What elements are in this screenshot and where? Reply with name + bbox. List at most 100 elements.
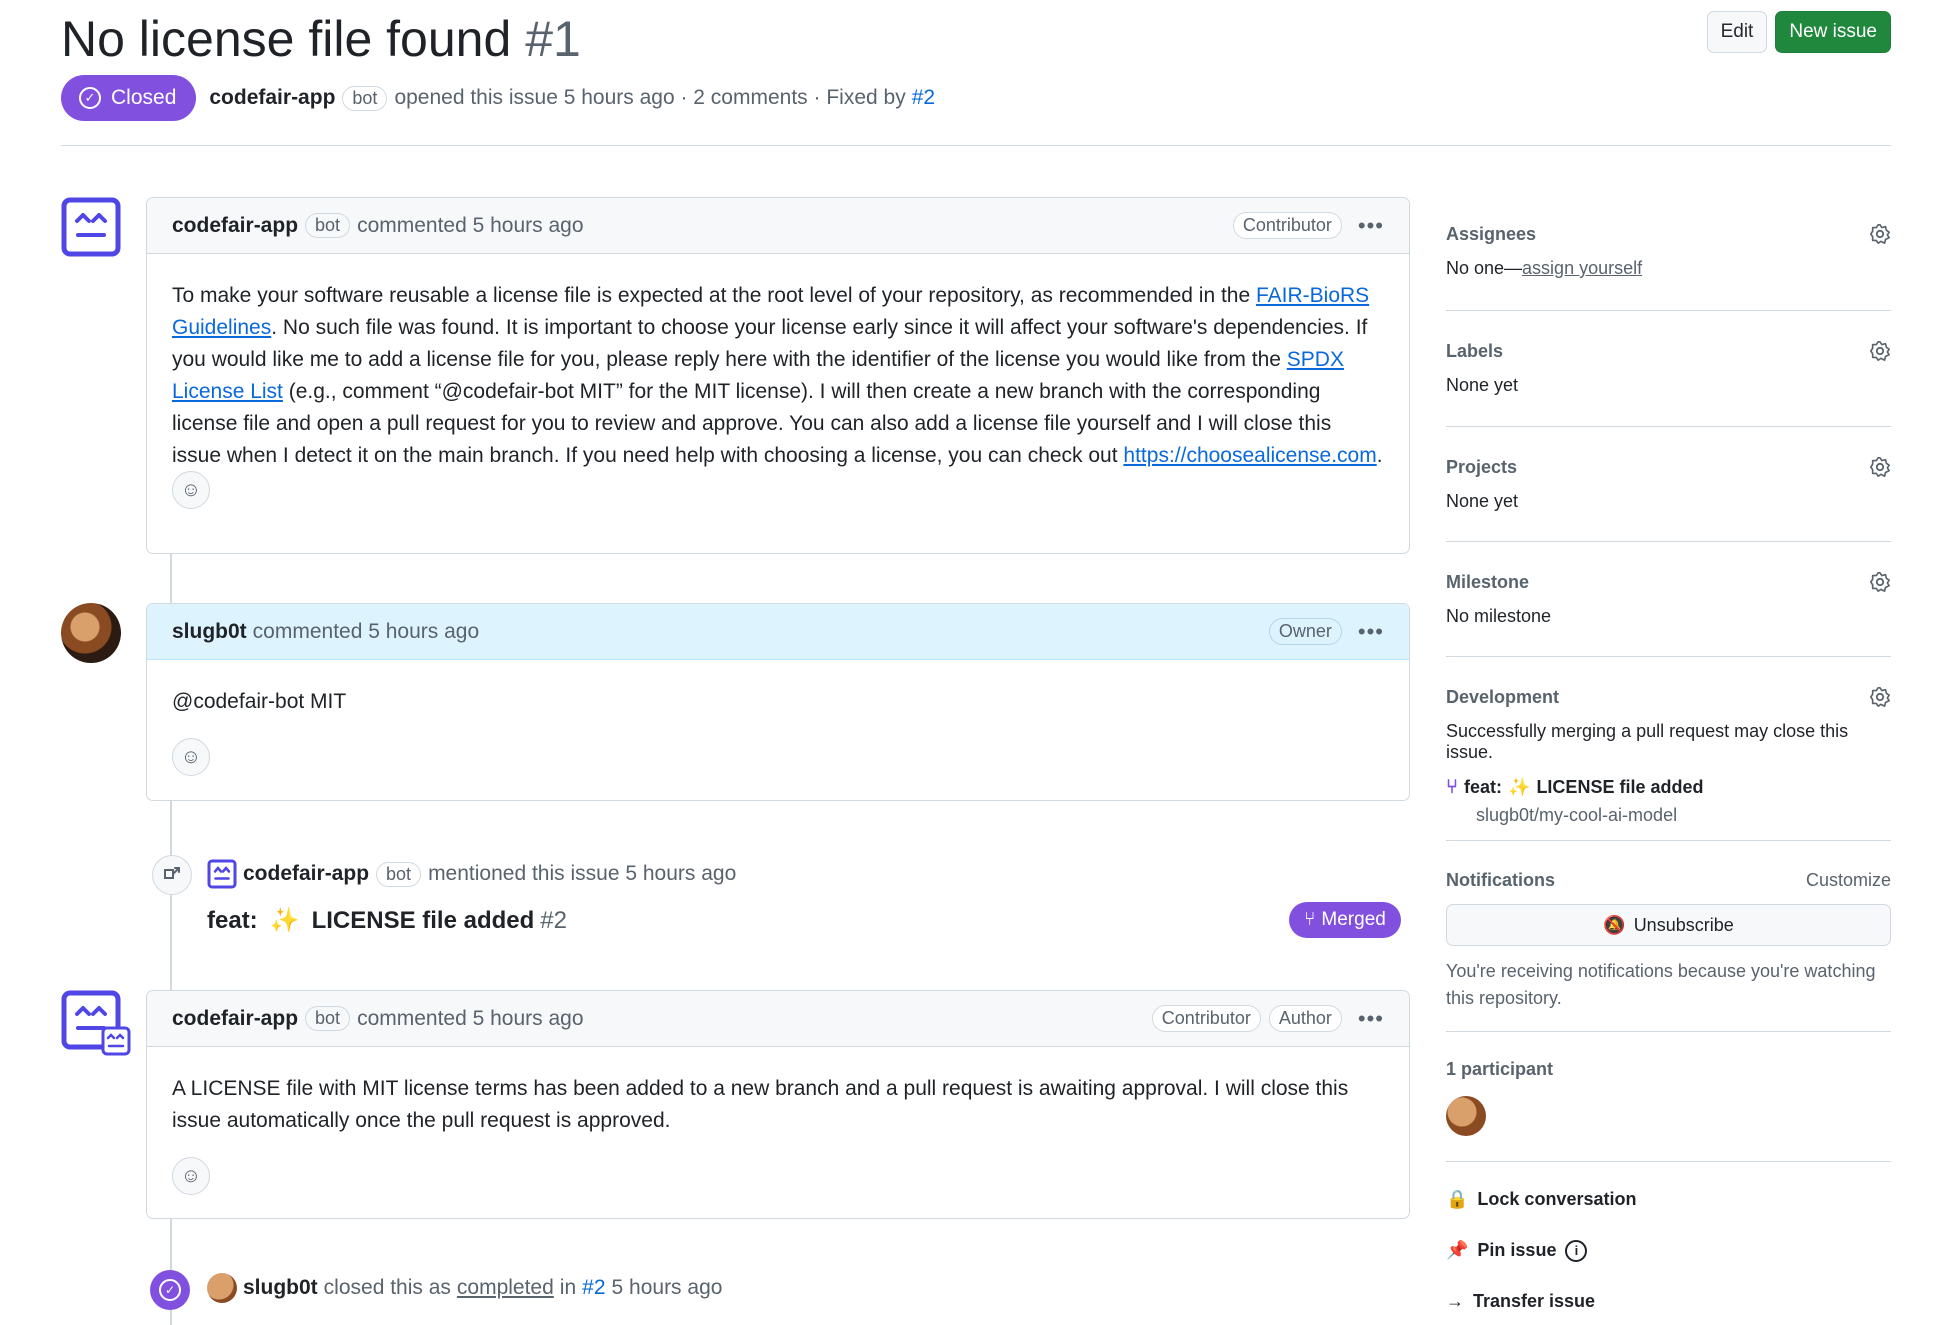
issue-header: No license file found #1 Edit New issue [61, 6, 1891, 76]
comment-text: @codefair-bot MIT [172, 690, 347, 713]
gear-icon[interactable] [1869, 340, 1891, 362]
gear-icon[interactable] [1869, 456, 1891, 478]
codefair-bot-avatar[interactable] [61, 197, 121, 257]
timeline-connector [170, 1217, 172, 1272]
smiley-icon: ☺ [180, 746, 202, 768]
linked-pr[interactable]: ⑂ feat: ✨ LICENSE file added [1446, 776, 1891, 799]
completed-link[interactable]: completed [457, 1276, 554, 1300]
merged-badge: ⑂ Merged [1289, 902, 1401, 938]
comment-card: codefair-app bot commented 5 hours ago C… [146, 990, 1410, 1219]
comment-card: codefair-app bot commented 5 hours ago C… [146, 197, 1410, 554]
comment-card: slugb0t commented 5 hours ago Owner ••• … [146, 603, 1410, 801]
unsubscribe-label: Unsubscribe [1633, 914, 1734, 935]
slugb0t-avatar[interactable] [61, 603, 121, 663]
role-badge: Author [1268, 1005, 1342, 1032]
participants-heading: 1 participant [1446, 1059, 1554, 1079]
info-icon[interactable]: i [1565, 1239, 1588, 1262]
comment-text-part: . No such file was found. It is importan… [172, 316, 1368, 371]
issue-number: #1 [525, 11, 581, 67]
issue-actions: 🔒 Lock conversation 📌 Pin issue i → Transfer… [1446, 1162, 1891, 1325]
merge-icon: ⑂ [1304, 909, 1316, 930]
kebab-menu-icon[interactable]: ••• [1358, 619, 1384, 645]
participant-avatar[interactable] [1446, 1096, 1486, 1136]
lock-conversation-button[interactable]: 🔒 Lock conversation [1446, 1174, 1891, 1225]
notifications-heading: Notifications [1446, 870, 1556, 890]
assign-yourself-link[interactable]: assign yourself [1522, 258, 1642, 278]
kebab-menu-icon[interactable]: ••• [1358, 213, 1384, 239]
new-issue-button[interactable]: New issue [1775, 11, 1891, 53]
lock-label: Lock conversation [1477, 1189, 1637, 1209]
issue-meta: ✓ Closed codefair-app bot opened this is… [61, 75, 935, 121]
merged-label: Merged [1321, 909, 1386, 930]
gear-icon[interactable] [1869, 223, 1891, 245]
issue-title: No license file found #1 [61, 6, 1891, 72]
event-author-link[interactable]: codefair-app [243, 862, 369, 886]
mention-event: codefair-app bot mentioned this issue 5 … [207, 859, 736, 889]
no-assignee-text: No one— [1446, 258, 1523, 278]
lock-icon: 🔒 [1446, 1189, 1469, 1209]
customize-link[interactable]: Customize [1806, 870, 1891, 891]
pr-title[interactable]: LICENSE file added [312, 907, 535, 935]
issue-author-link[interactable]: codefair-app [209, 86, 335, 110]
comment-text-part: . [1376, 444, 1383, 467]
role-badge: Owner [1268, 618, 1342, 645]
add-reaction-button[interactable]: ☺ [172, 471, 210, 509]
comment-header: codefair-app bot commented 5 hours ago C… [147, 991, 1409, 1047]
pr-merged-icon: ⑂ [1446, 776, 1458, 798]
codefair-bot-avatar[interactable] [61, 990, 131, 1056]
add-reaction-button[interactable]: ☺ [172, 1157, 210, 1195]
pin-label: Pin issue [1477, 1240, 1557, 1260]
issue-meta-text: opened this issue 5 hours ago · 2 commen… [394, 86, 906, 109]
assignees-section: Assignees No one—assign yourself [1446, 210, 1891, 311]
sparkles-icon: ✨ [1508, 777, 1531, 797]
check-circle-icon: ✓ [79, 87, 101, 109]
codefair-bot-avatar[interactable] [207, 859, 237, 889]
gear-icon[interactable] [1869, 686, 1891, 708]
comment-timestamp[interactable]: commented 5 hours ago [357, 214, 583, 238]
notifications-section: Notifications Customize 🔕 Unsubscribe Yo… [1446, 841, 1891, 1032]
pin-issue-button[interactable]: 📌 Pin issue i [1446, 1225, 1891, 1276]
pr-reference[interactable]: feat: ✨ LICENSE file added #2 [207, 906, 567, 935]
issue-title-text: No license file found [61, 11, 512, 67]
close-event: slugb0t closed this as completed in #2 5… [207, 1273, 722, 1303]
linked-pr-title[interactable]: LICENSE file added [1536, 777, 1703, 798]
labels-heading: Labels [1446, 340, 1504, 361]
pr-title-prefix: feat: [207, 906, 258, 934]
add-reaction-button[interactable]: ☺ [172, 738, 210, 776]
comment-header: codefair-app bot commented 5 hours ago C… [147, 198, 1409, 254]
comment-timestamp[interactable]: commented 5 hours ago [253, 620, 479, 644]
kebab-menu-icon[interactable]: ••• [1358, 1006, 1384, 1032]
pr-link[interactable]: #2 [582, 1276, 605, 1300]
comment-text: To make your software reusable a license… [172, 280, 1384, 467]
header-divider [61, 145, 1891, 146]
smiley-icon: ☺ [180, 1165, 202, 1187]
choosealicense-link[interactable]: https://choosealicense.com [1123, 444, 1376, 467]
edit-button[interactable]: Edit [1706, 11, 1768, 53]
comment-author-link[interactable]: codefair-app [172, 214, 298, 238]
assignees-heading: Assignees [1446, 223, 1537, 244]
gear-icon[interactable] [1869, 571, 1891, 593]
event-author-link[interactable]: slugb0t [243, 1276, 318, 1300]
transfer-issue-button[interactable]: → Transfer issue [1446, 1276, 1891, 1325]
comment-timestamp[interactable]: commented 5 hours ago [357, 1007, 583, 1031]
milestone-heading: Milestone [1446, 571, 1530, 592]
milestone-section: Milestone No milestone [1446, 542, 1891, 657]
comment-author-link[interactable]: slugb0t [172, 620, 247, 644]
bot-badge: bot [376, 861, 422, 887]
closed-check-icon: ✓ [150, 1270, 190, 1310]
cross-reference-icon [152, 855, 192, 895]
linked-pr-prefix: feat: [1464, 777, 1503, 797]
issue-sidebar: Assignees No one—assign yourself Labels … [1446, 210, 1891, 1325]
slugb0t-avatar[interactable] [207, 1273, 237, 1303]
bot-badge: bot [305, 213, 351, 238]
fixed-by-link[interactable]: #2 [912, 86, 935, 110]
comment-author-link[interactable]: codefair-app [172, 1007, 298, 1031]
projects-heading: Projects [1446, 456, 1518, 477]
event-timestamp[interactable]: 5 hours ago [612, 1276, 723, 1300]
timeline-connector [170, 800, 172, 992]
linked-pr-repo[interactable]: slugb0t/my-cool-ai-model [1476, 805, 1891, 826]
comment-body: @codefair-bot MIT ☺ [147, 660, 1409, 776]
role-badge: Contributor [1151, 1005, 1261, 1032]
labels-section: Labels None yet [1446, 311, 1891, 427]
unsubscribe-button[interactable]: 🔕 Unsubscribe [1446, 904, 1891, 946]
